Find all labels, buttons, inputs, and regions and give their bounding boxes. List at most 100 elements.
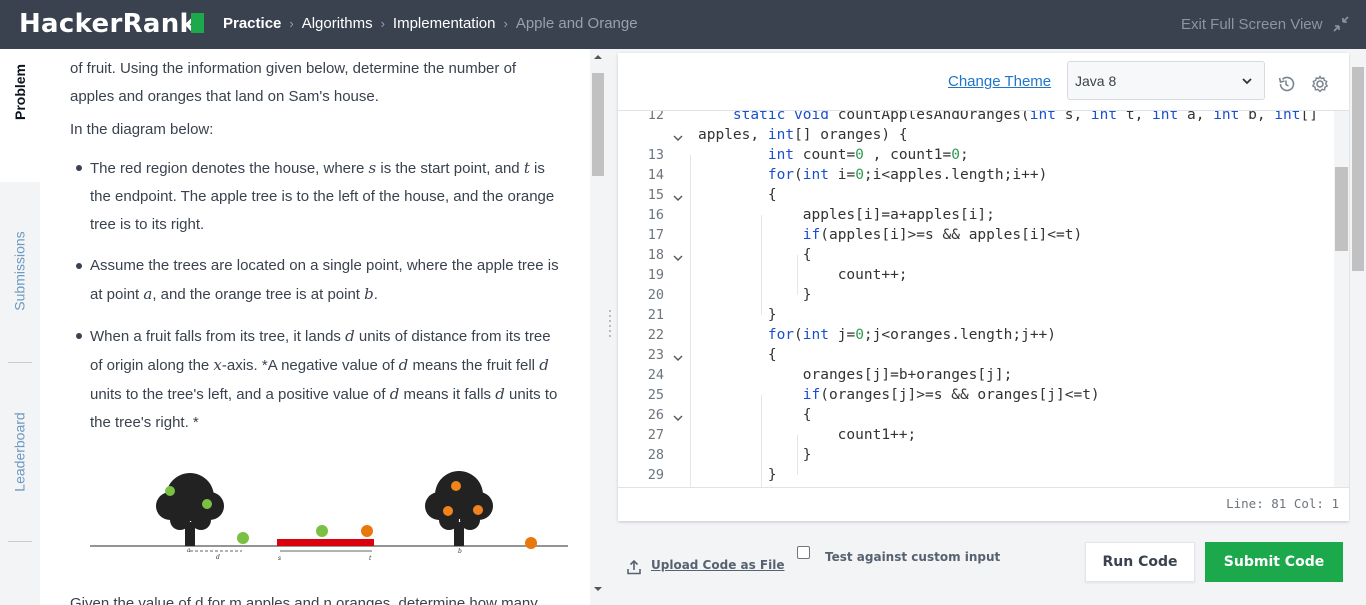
svg-text:t: t — [369, 555, 372, 562]
orange-tree-icon — [425, 471, 493, 546]
tab-divider — [8, 541, 32, 542]
panel-resize-handle[interactable] — [609, 310, 613, 340]
breadcrumb-current: Apple and Orange — [515, 15, 638, 32]
upload-code-button[interactable]: Upload Code as File — [627, 558, 785, 576]
line-number: 25 — [647, 387, 664, 403]
change-theme-link[interactable]: Change Theme — [948, 73, 1051, 90]
code-line: int count=0 , count1=0; — [767, 147, 969, 163]
orange-icon — [361, 525, 373, 537]
run-code-button[interactable]: Run Code — [1085, 542, 1195, 582]
problem-scrollbar-thumb[interactable] — [592, 73, 604, 176]
line-number: 17 — [647, 227, 664, 243]
exit-full-screen-link[interactable]: Exit Full Screen View — [1181, 16, 1322, 33]
scroll-up-icon[interactable] — [593, 53, 603, 61]
hackerrank-logo[interactable]: HackerRank — [19, 9, 197, 39]
code-area[interactable]: 12 13 14 15 16 17 18 19 20 21 22 23 24 25 26 27 28 29 sta… — [618, 111, 1334, 487]
bullet-tree-points: Assume the trees are located on a single… — [90, 257, 559, 303]
bullet-fruit-falls: When a fruit falls from its tree, it lan… — [90, 327, 558, 431]
svg-text:s: s — [278, 555, 281, 562]
tab-divider — [8, 362, 32, 363]
code-line: if(apples[i]>=s && apples[i]<=t) — [802, 227, 1083, 243]
bullet-dot — [76, 165, 82, 171]
custom-input-checkbox[interactable] — [797, 546, 810, 559]
line-number: 19 — [647, 267, 664, 283]
code-line: count1++; — [698, 427, 917, 443]
line-number: 24 — [647, 367, 664, 383]
custom-input-label[interactable]: Test against custom input — [825, 550, 1000, 564]
code-line: { — [698, 187, 777, 203]
diagram-intro: In the diagram below: — [70, 121, 214, 138]
svg-text:b: b — [458, 548, 462, 555]
code-line: { — [698, 407, 812, 423]
code-line: apples, int[] oranges) { — [698, 127, 908, 143]
cursor-position: Line: 81 Col: 1 — [1226, 496, 1339, 511]
collapse-icon[interactable] — [1331, 14, 1351, 34]
history-icon[interactable] — [1276, 74, 1296, 94]
code-line: oranges[j]=b+oranges[j]; — [802, 367, 1013, 383]
fold-chevron-icon[interactable] — [672, 192, 684, 204]
apple-icon — [237, 532, 249, 544]
line-number: 15 — [647, 187, 664, 203]
bullet-house-region: The red region denotes the house, where … — [90, 159, 555, 233]
fold-chevron-icon[interactable] — [672, 132, 684, 144]
language-select-value: Java 8 — [1075, 73, 1117, 89]
line-number: 16 — [647, 207, 664, 223]
code-line: { — [698, 247, 812, 263]
logo-block-icon — [191, 13, 204, 33]
code-line: } — [698, 467, 777, 483]
fold-chevron-icon[interactable] — [672, 412, 684, 424]
code-editor-panel: Change Theme Java 8 12 13 14 15 16 17 18 19 20 21… — [618, 53, 1349, 521]
chevron-right-icon: › — [503, 16, 508, 31]
apple-orange-diagram: a d s t b — [90, 471, 568, 562]
line-number: 26 — [647, 407, 664, 423]
problem-statement-panel: of fruit. Using the information given be… — [40, 49, 590, 605]
code-line: } — [698, 447, 812, 463]
code-line: } — [698, 307, 777, 323]
code-line: for(int i=0;i<apples.length;i++) — [767, 167, 1048, 183]
fold-chevron-icon[interactable] — [672, 352, 684, 364]
gear-icon[interactable] — [1310, 74, 1330, 94]
apple-icon — [316, 525, 328, 537]
editor-scrollbar-thumb[interactable] — [1335, 167, 1348, 251]
problem-intro-line-1: of fruit. Using the information given be… — [70, 60, 517, 77]
breadcrumb: Practice › Algorithms › Implementation › Apple… — [223, 15, 638, 32]
bullet-dot — [76, 263, 82, 269]
line-number: 27 — [647, 427, 664, 443]
breadcrumb-practice[interactable]: Practice — [223, 15, 281, 32]
code-line: { — [698, 347, 777, 363]
breadcrumb-algorithms[interactable]: Algorithms — [302, 15, 373, 32]
line-number: 20 — [647, 287, 664, 303]
code-line: static void countApplesAndOranges(int s,… — [732, 111, 1318, 123]
code-line: apples[i]=a+apples[i]; — [802, 207, 995, 223]
breadcrumb-implementation[interactable]: Implementation — [393, 15, 496, 32]
submit-code-button[interactable]: Submit Code — [1205, 542, 1343, 582]
indent-guide — [690, 155, 691, 487]
page-scrollbar-thumb[interactable] — [1352, 67, 1364, 271]
problem-intro-line-2: apples and oranges that land on Sam's ho… — [70, 88, 379, 105]
house-region — [277, 539, 374, 546]
line-number: 12 — [647, 111, 664, 123]
language-select[interactable]: Java 8 — [1067, 61, 1265, 100]
apple-tree-icon — [156, 473, 224, 546]
line-number: 22 — [647, 327, 664, 343]
line-number: 29 — [647, 467, 664, 483]
line-number: 28 — [647, 447, 664, 463]
chevron-right-icon: › — [289, 16, 294, 31]
tab-submissions[interactable]: Submissions — [0, 210, 40, 332]
chevron-right-icon: › — [380, 16, 385, 31]
line-number-gutter: 12 13 14 15 16 17 18 19 20 21 22 23 24 25 26 27 28 29 — [618, 111, 694, 487]
line-number: 21 — [647, 307, 664, 323]
code-line: } — [698, 287, 812, 303]
svg-text:a: a — [187, 547, 191, 554]
fold-chevron-icon[interactable] — [672, 252, 684, 264]
problem-cut-text: Given the value of d for m apples and n … — [70, 595, 538, 605]
scroll-down-icon[interactable] — [593, 585, 603, 593]
code-line: if(oranges[j]>=s && oranges[j]<=t) — [802, 387, 1100, 403]
tab-problem[interactable]: Problem — [0, 49, 40, 134]
tab-leaderboard[interactable]: Leaderboard — [0, 392, 40, 512]
line-number: 13 — [647, 147, 664, 163]
top-navigation-bar: HackerRank Practice › Algorithms › Implement… — [0, 0, 1366, 49]
code-line: count++; — [837, 267, 908, 283]
line-number: 23 — [647, 347, 664, 363]
editor-status-bar: Line: 81 Col: 1 — [618, 487, 1349, 521]
